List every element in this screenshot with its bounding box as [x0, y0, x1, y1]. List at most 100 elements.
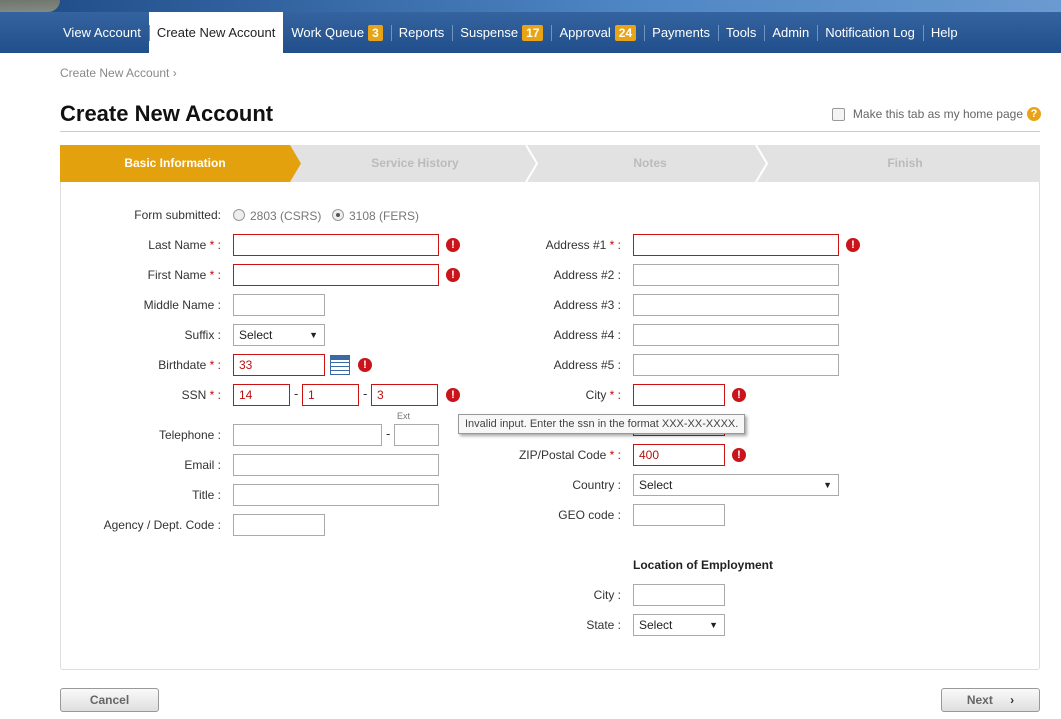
main-nav: View Account Create New Account Work Que…: [55, 12, 966, 53]
address3-input[interactable]: [633, 294, 839, 316]
radio-csrs[interactable]: [233, 209, 245, 221]
required-marker: * :: [206, 388, 221, 402]
required-marker: * :: [206, 268, 221, 282]
radio-fers[interactable]: [332, 209, 344, 221]
ssn-part3-input[interactable]: 3: [371, 384, 438, 406]
employment-city-input[interactable]: [633, 584, 725, 606]
wizard-steps: Basic Information Service History Notes …: [60, 145, 1040, 182]
page-title: Create New Account: [60, 101, 274, 126]
cancel-button[interactable]: Cancel: [60, 688, 159, 712]
error-icon: !: [446, 388, 460, 402]
radio-fers-label: 3108 (FERS): [349, 209, 420, 223]
zip-label: ZIP/Postal Code * :: [460, 444, 621, 466]
step-finish[interactable]: Finish: [770, 145, 1040, 182]
label-text: Last Name: [148, 238, 207, 252]
nav-notification-log[interactable]: Notification Log: [817, 12, 923, 53]
telephone-label: Telephone :: [158, 428, 221, 442]
state-value: Select: [639, 618, 673, 632]
breadcrumb[interactable]: Create New Account ›: [60, 66, 177, 80]
ssn-part2-input[interactable]: 1: [302, 384, 359, 406]
country-select[interactable]: Select ▼: [633, 474, 839, 496]
required-marker: * :: [606, 448, 621, 462]
form-submitted-label: Form submitted:: [134, 208, 221, 222]
last-name-input[interactable]: [233, 234, 439, 256]
address2-label: Address #2 :: [553, 268, 621, 282]
nav-label: Work Queue: [291, 25, 365, 40]
address1-input[interactable]: [633, 234, 839, 256]
nav-label: Payments: [652, 25, 710, 40]
telephone-ext-input[interactable]: [394, 424, 439, 446]
suffix-select[interactable]: Select ▼: [233, 324, 325, 346]
employment-state-select[interactable]: Select ▼: [633, 614, 725, 636]
employment-city-label: City :: [593, 588, 621, 602]
email-label: Email :: [184, 458, 221, 472]
ssn-separator: -: [294, 386, 299, 401]
step-service-history[interactable]: Service History: [300, 145, 530, 182]
count-badge: 24: [614, 24, 637, 41]
ssn-label: SSN * :: [60, 384, 221, 406]
address3-label: Address #3 :: [553, 298, 621, 312]
home-page-preference: Make this tab as my home page ?: [831, 107, 1041, 121]
required-marker: * :: [606, 238, 621, 252]
label-text: Birthdate: [158, 358, 207, 372]
nav-admin[interactable]: Admin: [764, 12, 817, 53]
home-page-checkbox[interactable]: [831, 107, 845, 121]
label-text: City: [585, 388, 607, 402]
count-badge: 3: [368, 24, 383, 41]
next-button[interactable]: Next ›: [941, 688, 1040, 712]
label-text: Address #1: [545, 238, 607, 252]
step-basic-information[interactable]: Basic Information: [60, 145, 290, 182]
required-marker: * :: [606, 388, 621, 402]
nav-label: Suspense: [460, 25, 519, 40]
agency-input[interactable]: [233, 514, 325, 536]
address2-input[interactable]: [633, 264, 839, 286]
nav-view-account[interactable]: View Account: [55, 12, 149, 53]
help-icon[interactable]: ?: [1027, 107, 1041, 121]
nav-approval[interactable]: Approval 24: [551, 12, 644, 53]
nav-label: Tools: [725, 25, 757, 40]
chevron-down-icon: ▼: [309, 330, 318, 340]
nav-label: Create New Account: [156, 25, 276, 40]
birthdate-label: Birthdate * :: [60, 354, 221, 376]
title-label: Title :: [192, 488, 221, 502]
error-icon: !: [446, 268, 460, 282]
geo-code-input[interactable]: [633, 504, 725, 526]
email-input[interactable]: [233, 454, 439, 476]
calendar-icon[interactable]: [330, 355, 350, 375]
address4-input[interactable]: [633, 324, 839, 346]
nav-help[interactable]: Help: [922, 12, 966, 53]
error-icon: !: [446, 238, 460, 252]
nav-tools[interactable]: Tools: [717, 12, 764, 53]
telephone-input[interactable]: [233, 424, 382, 446]
required-marker: * :: [206, 358, 221, 372]
nav-label: Reports: [398, 25, 445, 40]
nav-suspense[interactable]: Suspense 17: [452, 12, 551, 53]
middle-name-input[interactable]: [233, 294, 325, 316]
address5-input[interactable]: [633, 354, 839, 376]
birthdate-input[interactable]: 33: [233, 354, 325, 376]
ssn-error-tooltip: Invalid input. Enter the ssn in the form…: [458, 414, 746, 434]
nav-work-queue[interactable]: Work Queue 3: [283, 12, 390, 53]
step-notes[interactable]: Notes: [540, 145, 760, 182]
step-separator: [525, 145, 539, 182]
city-label: City * :: [460, 384, 621, 406]
first-name-input[interactable]: [233, 264, 439, 286]
nav-label: Admin: [772, 25, 810, 40]
title-divider: [60, 131, 1040, 132]
title-input[interactable]: [233, 484, 439, 506]
first-name-label: First Name * :: [60, 264, 221, 286]
ssn-part1-input[interactable]: 14: [233, 384, 290, 406]
chevron-down-icon: ▼: [709, 620, 718, 630]
address5-label: Address #5 :: [553, 358, 621, 372]
nav-reports[interactable]: Reports: [390, 12, 453, 53]
city-input[interactable]: [633, 384, 725, 406]
error-icon: !: [846, 238, 860, 252]
next-label: Next: [966, 693, 993, 707]
zip-input[interactable]: 400: [633, 444, 725, 466]
nav-label: Notification Log: [825, 25, 915, 40]
label-text: ZIP/Postal Code: [518, 448, 607, 462]
geo-code-label: GEO code :: [558, 508, 621, 522]
header-banner: [0, 0, 1061, 12]
nav-payments[interactable]: Payments: [644, 12, 718, 53]
nav-create-new-account[interactable]: Create New Account: [148, 12, 284, 53]
